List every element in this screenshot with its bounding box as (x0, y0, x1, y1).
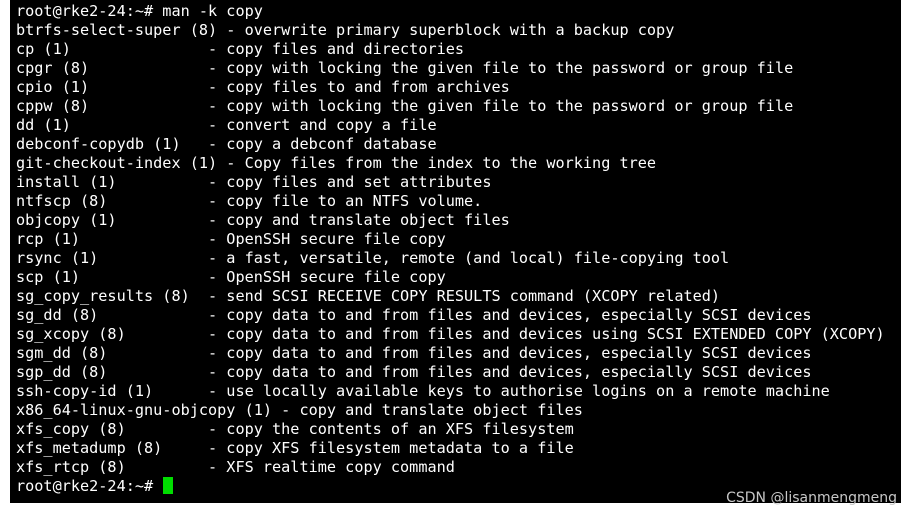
output-line: cpgr (8) - copy with locking the given f… (16, 59, 794, 77)
output-line: sg_dd (8) - copy data to and from files … (16, 306, 812, 324)
cursor-block (163, 477, 174, 494)
output-line: xfs_metadump (8) - copy XFS filesystem m… (16, 439, 574, 457)
output-line: sgp_dd (8) - copy data to and from files… (16, 363, 812, 381)
terminal-output: root@rke2-24:~# man -k copy btrfs-select… (16, 2, 885, 496)
output-line: ntfscp (8) - copy file to an NTFS volume… (16, 192, 483, 210)
watermark: CSDN @lisanmengmeng (726, 490, 897, 506)
output-line: cpio (1) - copy files to and from archiv… (16, 78, 510, 96)
output-line: objcopy (1) - copy and translate object … (16, 211, 510, 229)
output-line: sg_xcopy (8) - copy data to and from fil… (16, 325, 885, 343)
output-line: cppw (8) - copy with locking the given f… (16, 97, 794, 115)
output-line: x86_64-linux-gnu-objcopy (1) - copy and … (16, 401, 583, 419)
final-prompt: root@rke2-24:~# (16, 477, 163, 495)
output-line: cp (1) - copy files and directories (16, 40, 465, 58)
output-line: sg_copy_results (8) - send SCSI RECEIVE … (16, 287, 721, 305)
output-line: btrfs-select-super (8) - overwrite prima… (16, 21, 675, 39)
terminal-window[interactable]: root@rke2-24:~# man -k copy btrfs-select… (10, 0, 901, 503)
output-line: dd (1) - convert and copy a file (16, 116, 437, 134)
output-line: install (1) - copy files and set attribu… (16, 173, 492, 191)
output-line: debconf-copydb (1) - copy a debconf data… (16, 135, 437, 153)
output-line: ssh-copy-id (1) - use locally available … (16, 382, 830, 400)
output-line: xfs_copy (8) - copy the contents of an X… (16, 420, 574, 438)
command-line: root@rke2-24:~# man -k copy (16, 2, 263, 20)
output-line: rsync (1) - a fast, versatile, remote (a… (16, 249, 730, 267)
output-line: scp (1) - OpenSSH secure file copy (16, 268, 446, 286)
output-line: xfs_rtcp (8) - XFS realtime copy command (16, 458, 455, 476)
output-line: rcp (1) - OpenSSH secure file copy (16, 230, 446, 248)
output-line: sgm_dd (8) - copy data to and from files… (16, 344, 812, 362)
output-line: git-checkout-index (1) - Copy files from… (16, 154, 657, 172)
